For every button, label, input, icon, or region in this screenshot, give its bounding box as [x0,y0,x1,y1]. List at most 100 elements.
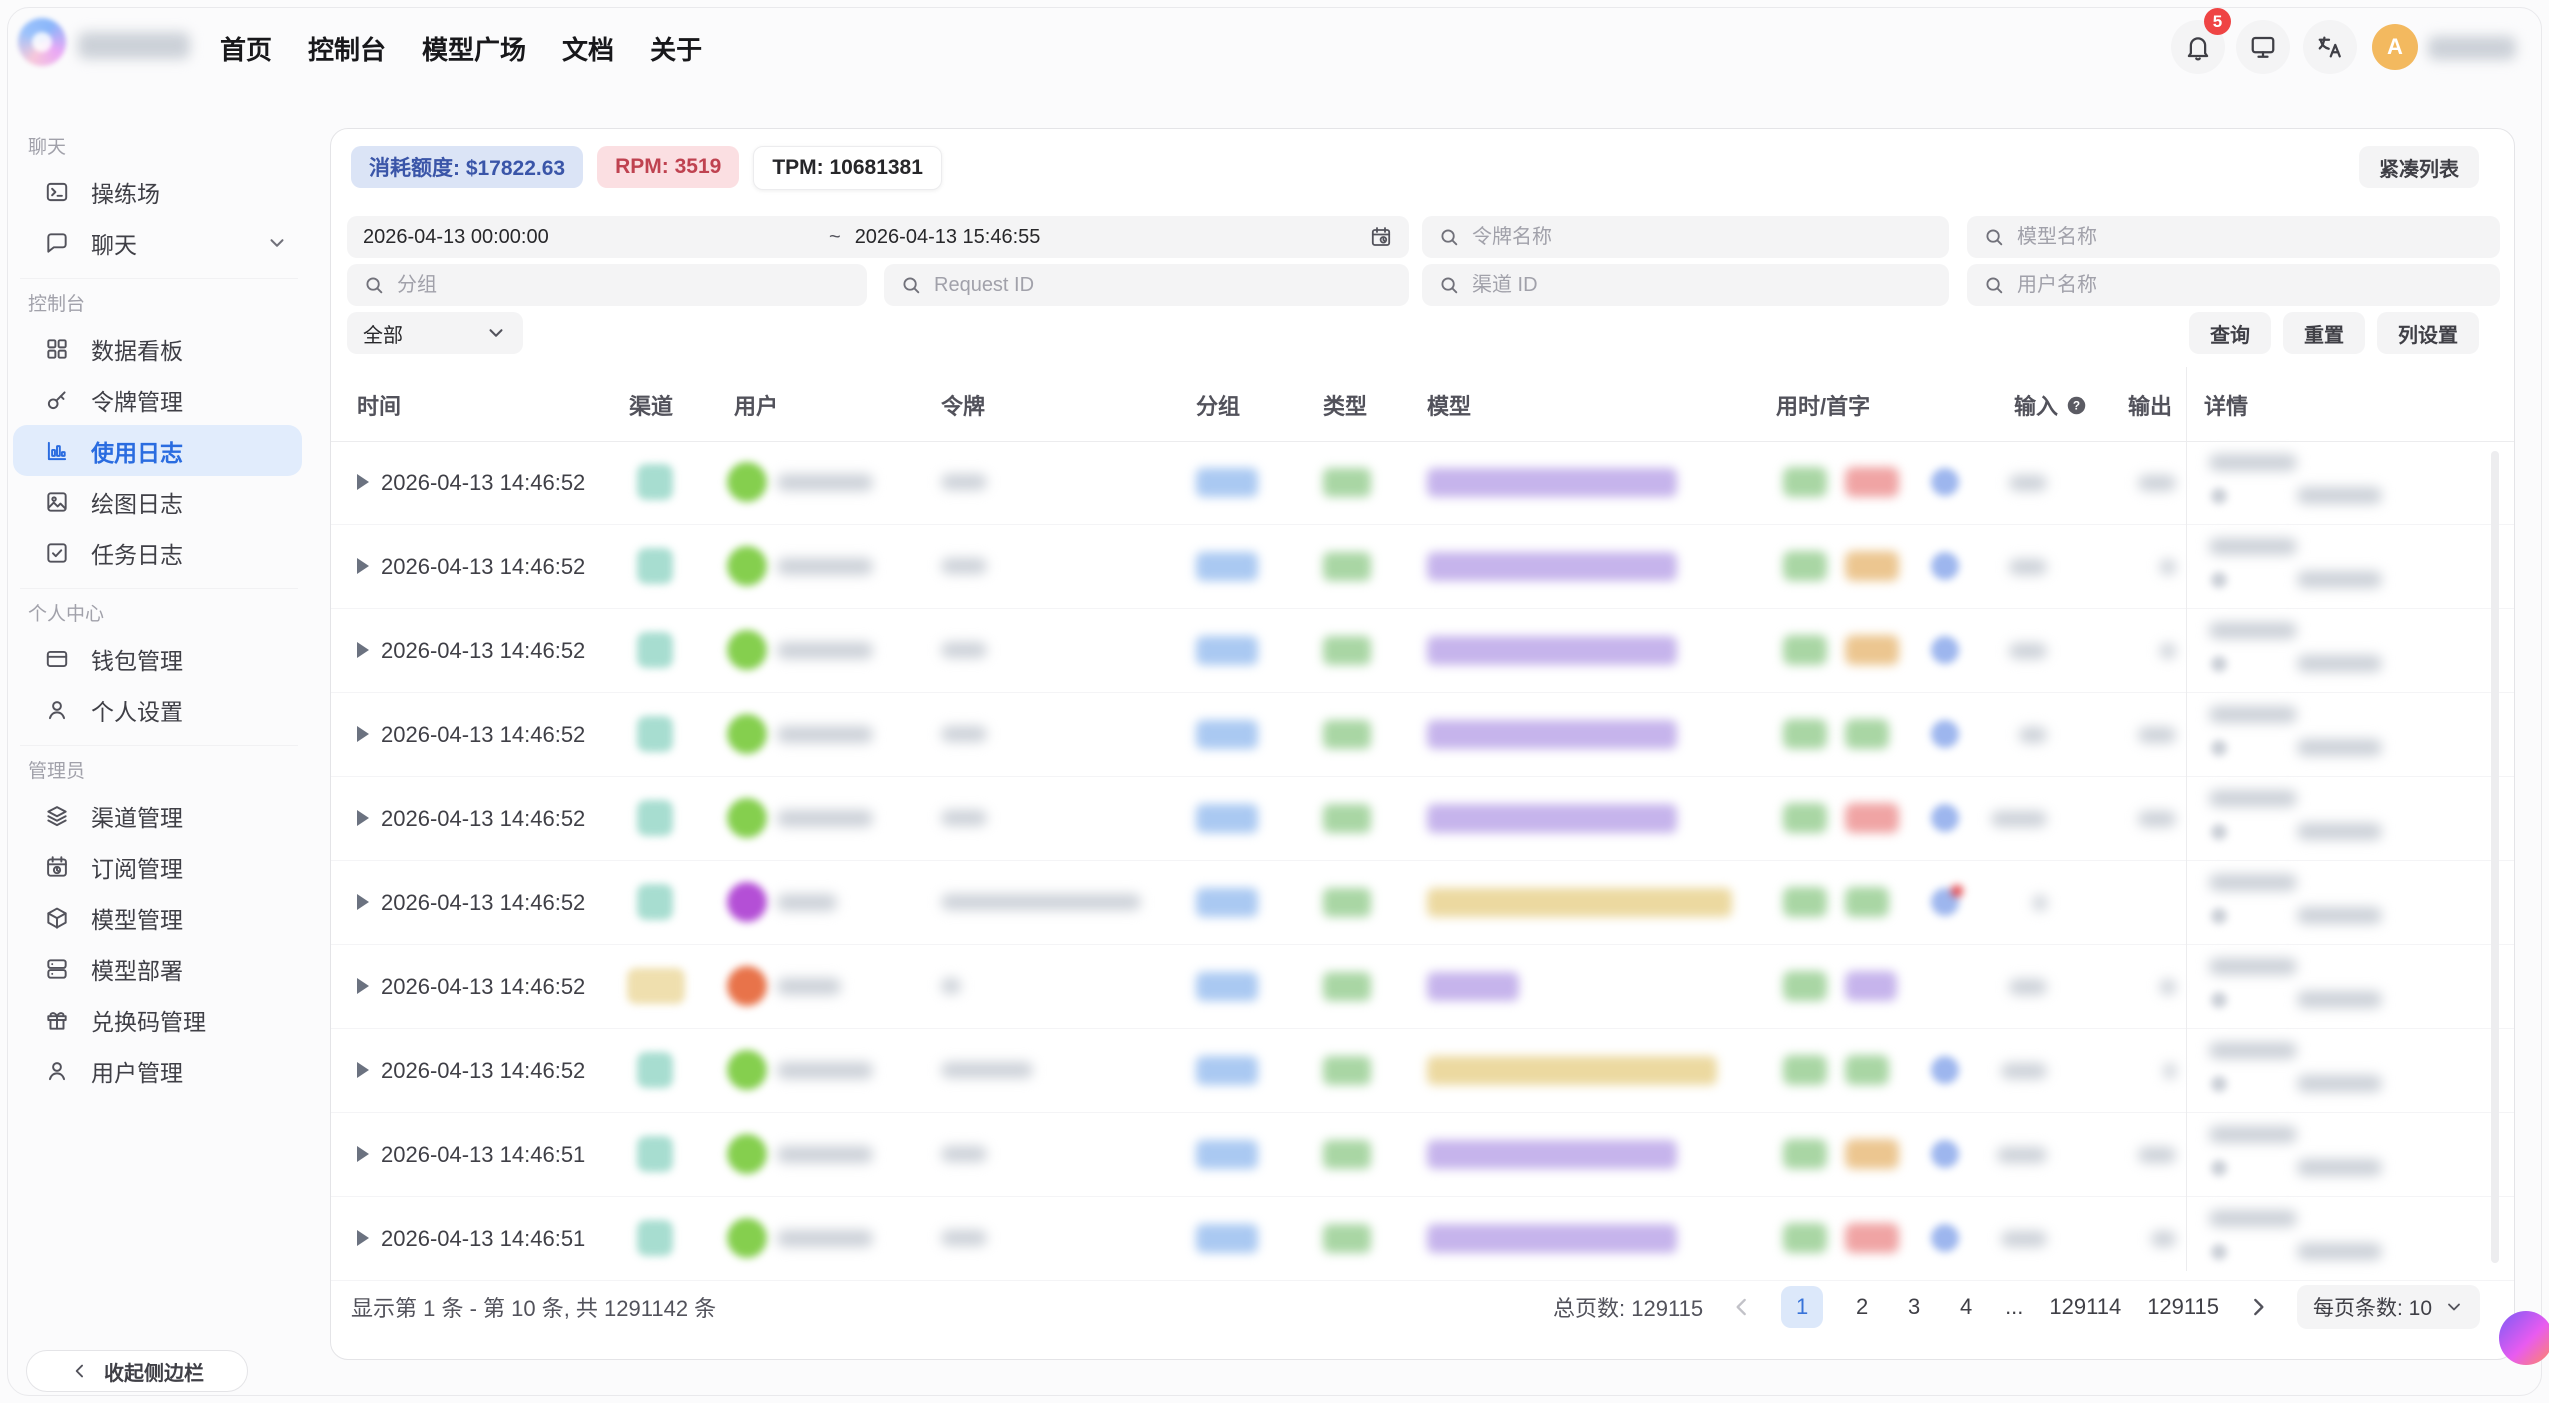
nav-link[interactable]: 首页 [220,30,272,67]
nav-link[interactable]: 文档 [562,30,614,67]
sidebar-item[interactable]: 绘图日志 [13,476,302,527]
token-name-input[interactable] [1460,225,1949,250]
collapse-sidebar-button[interactable]: 收起侧边栏 [26,1350,248,1392]
image-icon [44,489,70,515]
sidebar-item[interactable]: 任务日志 [13,527,302,578]
model-name-filter[interactable] [1967,216,2500,258]
nav-link[interactable]: 关于 [650,30,702,67]
search-icon [1438,274,1460,296]
column-header: 令牌 [941,389,985,421]
expand-caret-icon[interactable] [357,1230,369,1246]
username-filter[interactable] [1967,264,2500,306]
date-start-value[interactable]: 2026-04-13 00:00:00 [363,226,815,249]
expand-caret-icon[interactable] [357,1146,369,1162]
expand-caret-icon[interactable] [357,642,369,658]
sidebar-item[interactable]: 令牌管理 [13,374,302,425]
cell-details-redacted [2297,655,2382,672]
group-input[interactable] [385,273,867,298]
group-filter[interactable] [347,264,867,306]
page-number[interactable]: 2 [1849,1294,1875,1320]
help-icon[interactable]: ? [2066,395,2087,416]
page-number[interactable]: 4 [1953,1294,1979,1320]
theme-toggle-button[interactable] [2236,20,2290,74]
latency-badge-redacted [1783,971,1827,1001]
sidebar-item[interactable]: 兑换码管理 [13,994,302,1045]
channel-id-filter[interactable] [1422,264,1949,306]
latency-badge-redacted [1783,1223,1827,1253]
expand-caret-icon[interactable] [357,726,369,742]
type-select[interactable]: 全部 [347,312,523,354]
username-input[interactable] [2005,273,2500,298]
column-header: 用时/首字 [1776,389,1870,421]
reset-button[interactable]: 重置 [2283,312,2365,354]
latency-badge-redacted [1931,468,1959,496]
column-settings-button[interactable]: 列设置 [2377,312,2479,354]
page-size-select[interactable]: 每页条数: 10 [2297,1285,2480,1329]
expand-caret-icon[interactable] [357,894,369,910]
expand-caret-icon[interactable] [357,1062,369,1078]
sidebar-divider [20,745,298,746]
request-id-filter[interactable] [884,264,1409,306]
compact-list-button[interactable]: 紧凑列表 [2359,146,2479,188]
user-avatar[interactable]: A [2372,24,2418,70]
search-icon [363,274,385,296]
cell-details-redacted [2209,1126,2297,1143]
sidebar-item[interactable]: 钱包管理 [13,633,302,684]
cell-details-redacted [2297,487,2382,504]
cell-output-tokens-redacted [2160,643,2176,659]
cell-input-tokens-redacted [2009,643,2047,659]
chevron-left-icon [70,1361,90,1381]
sidebar-item[interactable]: 订阅管理 [13,841,302,892]
latency-badge-redacted [1783,467,1827,497]
cell-details-icon-redacted [2211,656,2227,672]
next-page-icon[interactable] [2245,1294,2271,1320]
page-number[interactable]: 3 [1901,1294,1927,1320]
column-header: 模型 [1427,389,1471,421]
cell-details-redacted [2297,1159,2382,1176]
sidebar-item[interactable]: 操练场 [13,166,302,217]
channel-id-input[interactable] [1460,273,1949,298]
language-button[interactable] [2303,20,2357,74]
sidebar-item[interactable]: 模型管理 [13,892,302,943]
cell-input-tokens-redacted [1991,811,2047,827]
sidebar-item[interactable]: 渠道管理 [13,790,302,841]
prev-page-icon[interactable] [1729,1294,1755,1320]
date-range-input[interactable]: 2026-04-13 00:00:00 ~ 2026-04-13 15:46:5… [347,216,1409,258]
sidebar-item-label: 模型管理 [91,901,183,935]
cell-user-avatar-redacted [727,546,767,586]
cell-model-redacted [1427,636,1677,665]
chart-icon [44,438,70,464]
sidebar-item[interactable]: 模型部署 [13,943,302,994]
column-header: 时间 [357,389,401,421]
cell-model-redacted [1427,468,1677,497]
cell-time: 2026-04-13 14:46:52 [381,693,585,776]
query-button[interactable]: 查询 [2189,312,2271,354]
page-number[interactable]: 1 [1781,1286,1823,1328]
sidebar-item[interactable]: 使用日志 [13,425,302,476]
nav-link[interactable]: 模型广场 [422,30,526,67]
request-id-input[interactable] [922,273,1409,298]
token-name-filter[interactable] [1422,216,1949,258]
key-icon [44,387,70,413]
nav-link[interactable]: 控制台 [308,30,386,67]
app-logo[interactable] [18,18,66,66]
sidebar-item[interactable]: 用户管理 [13,1045,302,1096]
sidebar-item[interactable]: 聊天 [13,217,302,268]
model-name-input[interactable] [2005,225,2500,250]
table-scrollbar[interactable] [2491,451,2499,1263]
cell-details-icon-redacted [2211,992,2227,1008]
assistant-fab-button[interactable] [2499,1311,2549,1365]
calendar-icon[interactable] [1369,225,1393,249]
expand-caret-icon[interactable] [357,474,369,490]
page-number[interactable]: 129115 [2147,1294,2219,1320]
expand-caret-icon[interactable] [357,558,369,574]
cell-details-redacted [2209,958,2297,975]
page-number[interactable]: 129114 [2049,1294,2121,1320]
cell-group-redacted [1196,1224,1258,1253]
date-end-value[interactable]: 2026-04-13 15:46:55 [855,226,1041,249]
expand-caret-icon[interactable] [357,810,369,826]
expand-caret-icon[interactable] [357,978,369,994]
sidebar-item[interactable]: 个人设置 [13,684,302,735]
sidebar-item[interactable]: 数据看板 [13,323,302,374]
sidebar-section-label: 个人中心 [0,591,318,633]
